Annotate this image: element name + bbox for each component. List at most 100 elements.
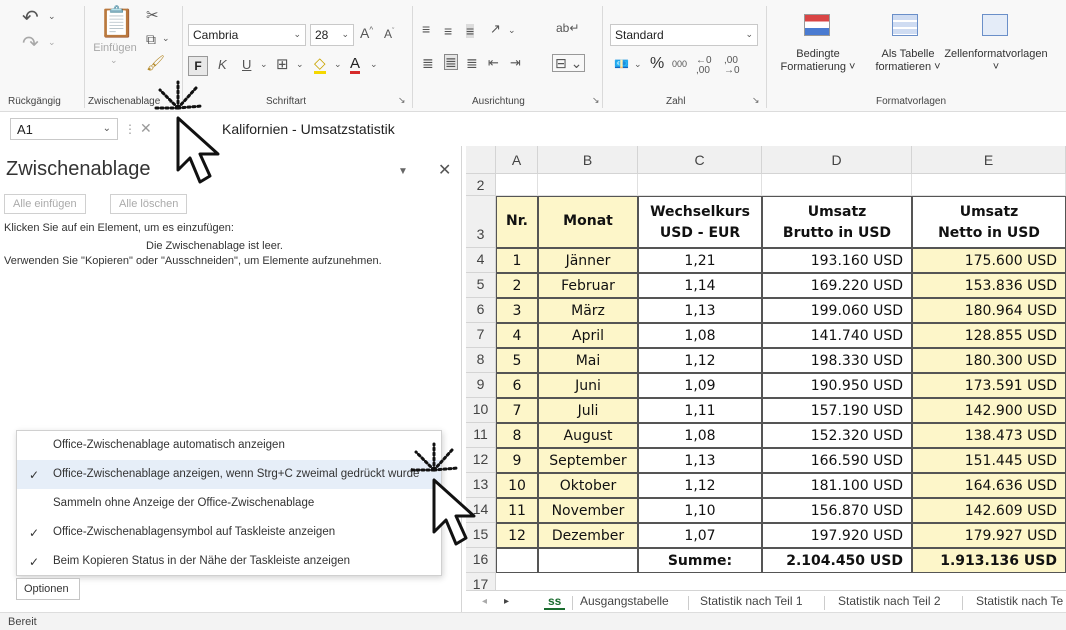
table-cell[interactable]: 142.900 USD — [912, 398, 1066, 423]
table-cell[interactable]: Mai — [538, 348, 638, 373]
row-header[interactable]: 6 — [466, 298, 496, 323]
table-cell[interactable]: Dezember — [538, 523, 638, 548]
table-cell[interactable]: Februar — [538, 273, 638, 298]
column-header-d[interactable]: D — [762, 146, 912, 174]
table-cell[interactable]: August — [538, 423, 638, 448]
align-middle-icon[interactable]: ≡ — [444, 24, 452, 38]
menu-item-auto-show[interactable]: Office-Zwischenablage automatisch anzeig… — [17, 431, 441, 460]
table-cell[interactable]: 180.964 USD — [912, 298, 1066, 323]
column-header-a[interactable]: A — [496, 146, 538, 174]
sheet-tab[interactable]: Statistik nach Teil 1 — [700, 594, 803, 608]
header-cell-brutto[interactable]: Umsatz Brutto in USD — [762, 196, 912, 248]
table-cell[interactable] — [762, 174, 912, 196]
table-cell[interactable]: 1,13 — [638, 448, 762, 473]
table-cell[interactable]: 1,10 — [638, 498, 762, 523]
options-button[interactable]: Optionen — [16, 578, 80, 600]
table-cell[interactable]: 197.920 USD — [762, 523, 912, 548]
table-cell[interactable]: 169.220 USD — [762, 273, 912, 298]
column-header-b[interactable]: B — [538, 146, 638, 174]
thousands-button[interactable]: 000 — [672, 60, 687, 69]
percent-button[interactable]: % — [650, 56, 664, 72]
table-cell[interactable]: 151.445 USD — [912, 448, 1066, 473]
chevron-down-icon[interactable]: ⌄ — [260, 60, 268, 69]
paste-icon[interactable]: 📋 — [98, 8, 135, 38]
table-cell[interactable]: 1,08 — [638, 423, 762, 448]
undo-dropdown-icon[interactable]: ⌄ — [48, 12, 56, 21]
table-cell[interactable]: 4 — [496, 323, 538, 348]
copy-dropdown-icon[interactable]: ⌄ — [162, 34, 170, 43]
chevron-down-icon[interactable]: ⌄ — [508, 26, 516, 35]
table-cell[interactable]: 193.160 USD — [762, 248, 912, 273]
row-header[interactable]: 5 — [466, 273, 496, 298]
table-cell[interactable]: 175.600 USD — [912, 248, 1066, 273]
table-cell[interactable] — [538, 174, 638, 196]
table-cell[interactable] — [912, 174, 1066, 196]
table-cell[interactable]: Juni — [538, 373, 638, 398]
orientation-icon[interactable]: ↗ — [490, 22, 501, 35]
header-cell-netto[interactable]: Umsatz Netto in USD — [912, 196, 1066, 248]
table-cell[interactable]: 1,08 — [638, 323, 762, 348]
italic-button[interactable]: K — [218, 58, 227, 71]
row-header[interactable]: 16 — [466, 548, 496, 573]
table-cell[interactable]: 7 — [496, 398, 538, 423]
table-cell[interactable]: April — [538, 323, 638, 348]
cell-styles-icon[interactable] — [982, 14, 1008, 36]
copy-icon[interactable]: ⧉ — [146, 32, 156, 46]
align-center-icon[interactable]: ≣ — [444, 54, 458, 70]
align-left-icon[interactable]: ≣ — [422, 56, 434, 70]
close-icon[interactable]: ✕ — [438, 160, 451, 180]
font-name-combo[interactable]: Cambria ⌄ — [188, 24, 306, 46]
row-header[interactable]: 4 — [466, 248, 496, 273]
scroll-right-icon[interactable]: ▸ — [504, 596, 509, 607]
table-cell[interactable]: 5 — [496, 348, 538, 373]
table-cell[interactable]: 190.950 USD — [762, 373, 912, 398]
align-bottom-icon[interactable]: ≡ — [466, 24, 475, 38]
menu-item-collect-silent[interactable]: Sammeln ohne Anzeige der Office-Zwischen… — [17, 489, 441, 518]
table-cell[interactable]: Oktober — [538, 473, 638, 498]
table-cell[interactable]: 6 — [496, 373, 538, 398]
row-header[interactable]: 7 — [466, 323, 496, 348]
select-all-corner[interactable] — [466, 146, 496, 174]
format-painter-icon[interactable]: 🖌 — [146, 56, 165, 71]
table-cell[interactable]: 180.300 USD — [912, 348, 1066, 373]
format-as-table-button[interactable]: Als Tabelle formatieren ˅ — [872, 48, 944, 74]
table-cell[interactable]: 1,09 — [638, 373, 762, 398]
table-cell[interactable]: 138.473 USD — [912, 423, 1066, 448]
paste-dropdown-icon[interactable]: ⌄ — [110, 56, 118, 65]
table-cell[interactable]: 179.927 USD — [912, 523, 1066, 548]
table-cell[interactable]: 199.060 USD — [762, 298, 912, 323]
sheet-tab[interactable]: Ausgangstabelle — [580, 594, 669, 608]
row-header[interactable]: 8 — [466, 348, 496, 373]
formula-content[interactable]: Kalifornien - Umsatzstatistik — [222, 121, 395, 137]
decrease-indent-icon[interactable]: ⇤ — [488, 56, 499, 69]
decrease-decimal-icon[interactable]: ,00 →0 — [724, 56, 740, 76]
shrink-font-icon[interactable]: Aˇ — [384, 28, 394, 40]
table-cell[interactable]: 141.740 USD — [762, 323, 912, 348]
table-cell[interactable]: September — [538, 448, 638, 473]
column-header-e[interactable]: E — [912, 146, 1066, 174]
table-cell[interactable]: 1,12 — [638, 473, 762, 498]
pane-options-icon[interactable]: ▼ — [398, 166, 408, 177]
conditional-formatting-button[interactable]: Bedingte Formatierung ˅ — [768, 48, 868, 74]
paste-all-button[interactable]: Alle einfügen — [4, 194, 86, 214]
table-cell[interactable]: 198.330 USD — [762, 348, 912, 373]
font-size-combo[interactable]: 28 ⌄ — [310, 24, 354, 46]
row-header[interactable]: 9 — [466, 373, 496, 398]
table-cell[interactable]: 11 — [496, 498, 538, 523]
sheet-tab[interactable]: Statistik nach Teil 2 — [838, 594, 941, 608]
table-cell[interactable]: Juli — [538, 398, 638, 423]
table-cell[interactable]: 173.591 USD — [912, 373, 1066, 398]
sheet-tab[interactable]: Statistik nach Te — [976, 594, 1063, 608]
menu-item-copy-status[interactable]: ✓ Beim Kopieren Status in der Nähe der T… — [17, 547, 441, 576]
table-cell[interactable] — [496, 174, 538, 196]
table-cell[interactable]: 153.836 USD — [912, 273, 1066, 298]
cut-icon[interactable]: ✂ — [146, 8, 159, 23]
table-cell[interactable]: 9 — [496, 448, 538, 473]
sheet-tab-active[interactable]: ss — [544, 594, 566, 610]
font-launcher-icon[interactable]: ↘ — [398, 95, 406, 106]
table-cell[interactable]: 156.870 USD — [762, 498, 912, 523]
clear-all-button[interactable]: Alle löschen — [110, 194, 188, 214]
table-cell[interactable]: 10 — [496, 473, 538, 498]
header-cell-nr[interactable]: Nr. — [496, 196, 538, 248]
table-cell[interactable]: März — [538, 298, 638, 323]
